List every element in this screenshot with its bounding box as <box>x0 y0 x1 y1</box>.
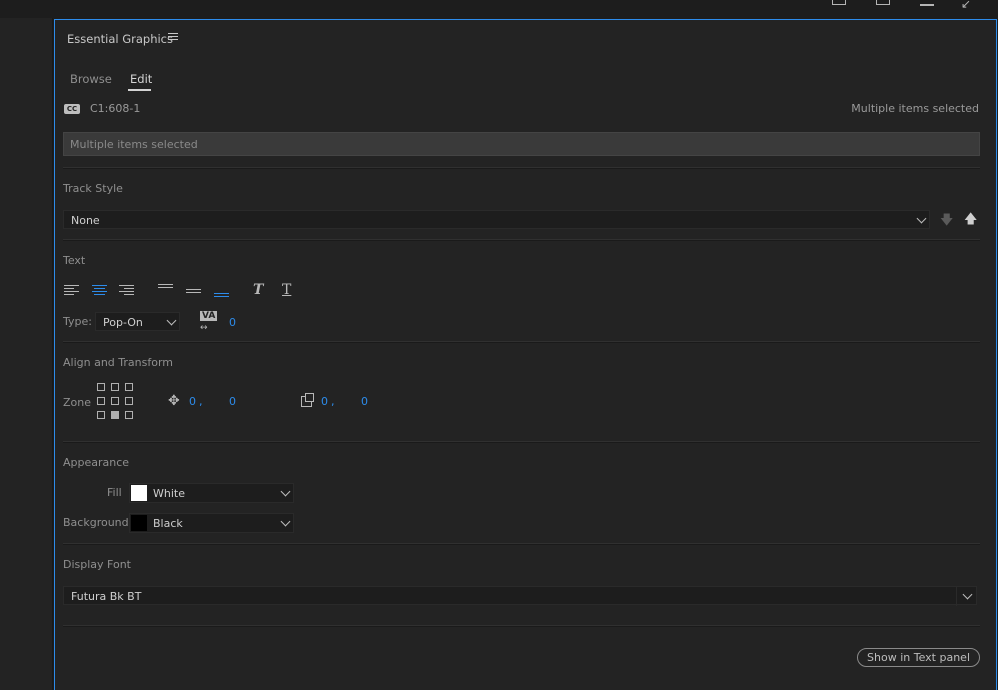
divider <box>63 441 980 443</box>
size-x-value[interactable]: 0 <box>321 395 328 408</box>
align-right-icon[interactable] <box>119 285 134 297</box>
align-middle-icon[interactable] <box>186 289 201 295</box>
track-style-select[interactable]: None <box>63 210 930 229</box>
position-icon: ✥ <box>168 393 180 409</box>
tracking-value[interactable]: 0 <box>229 316 236 329</box>
align-center-icon[interactable] <box>92 285 107 297</box>
tracking-arrows-icon: ↔ <box>200 323 208 333</box>
essential-graphics-panel: Essential Graphics Browse Edit CC C1:608… <box>54 19 997 690</box>
faux-underline-icon[interactable]: T <box>282 282 291 298</box>
display-font-heading: Display Font <box>63 558 131 571</box>
left-panel-strip <box>0 18 53 690</box>
show-in-text-panel-button[interactable]: Show in Text panel <box>857 648 980 667</box>
closed-caption-icon: CC <box>64 104 80 114</box>
caption-track-id: C1:608-1 <box>90 102 141 115</box>
tab-browse[interactable]: Browse <box>70 72 112 86</box>
align-transform-heading: Align and Transform <box>63 356 173 369</box>
track-style-value: None <box>71 214 100 227</box>
push-style-down-icon[interactable]: 🡇 <box>940 211 953 233</box>
collapse-icon[interactable]: ↙ <box>961 0 971 11</box>
align-bottom-icon[interactable] <box>214 293 229 299</box>
divider <box>63 239 980 241</box>
size-separator: , <box>331 395 335 408</box>
type-select[interactable]: Pop-On <box>95 312 180 331</box>
size-icon <box>301 393 314 407</box>
chevron-down-icon <box>280 486 291 497</box>
zone-label: Zone <box>63 396 92 409</box>
position-y-value[interactable]: 0 <box>229 395 236 408</box>
divider <box>63 167 980 169</box>
background-color-swatch[interactable] <box>131 515 147 531</box>
align-top-icon[interactable] <box>158 284 173 290</box>
divider <box>63 625 980 627</box>
maximize-icon[interactable] <box>876 0 890 5</box>
selection-status: Multiple items selected <box>851 102 979 115</box>
panel-title: Essential Graphics <box>67 32 173 46</box>
position-x-value[interactable]: 0 <box>189 395 196 408</box>
track-style-heading: Track Style <box>63 182 123 195</box>
divider <box>63 543 980 545</box>
background-label: Background <box>63 516 129 529</box>
fill-color-swatch[interactable] <box>131 485 147 501</box>
tracking-icon: VA <box>200 311 218 321</box>
appearance-heading: Appearance <box>63 456 130 469</box>
fill-value: White <box>153 487 185 500</box>
size-y-value[interactable]: 0 <box>361 395 368 408</box>
display-font-value: Futura Bk BT <box>71 590 142 603</box>
chevron-down-icon <box>166 315 177 326</box>
background-select[interactable]: Black <box>129 513 294 533</box>
fill-select[interactable]: White <box>129 483 294 503</box>
window-icon[interactable] <box>832 0 846 5</box>
divider <box>63 341 980 343</box>
fill-label: Fill <box>107 486 122 499</box>
position-separator: , <box>199 395 203 408</box>
faux-italic-icon[interactable]: T <box>253 282 263 298</box>
top-toolbar: ↙ <box>0 0 998 18</box>
align-left-icon[interactable] <box>64 285 79 297</box>
tab-edit[interactable]: Edit <box>130 72 152 86</box>
display-font-select[interactable]: Futura Bk BT <box>63 586 977 606</box>
panel-menu-icon[interactable] <box>168 33 178 42</box>
chevron-down-icon <box>916 213 927 224</box>
dropdown-button[interactable] <box>956 586 977 606</box>
caption-text-field[interactable]: Multiple items selected <box>63 132 980 156</box>
type-value: Pop-On <box>103 316 143 329</box>
background-value: Black <box>153 517 183 530</box>
push-style-up-icon[interactable]: 🡅 <box>964 210 977 232</box>
type-label: Type: <box>63 315 92 328</box>
minimize-icon[interactable] <box>920 0 934 6</box>
chevron-down-icon <box>280 516 291 527</box>
text-heading: Text <box>63 254 86 267</box>
active-tab-indicator <box>128 89 151 91</box>
chevron-down-icon <box>962 589 973 600</box>
